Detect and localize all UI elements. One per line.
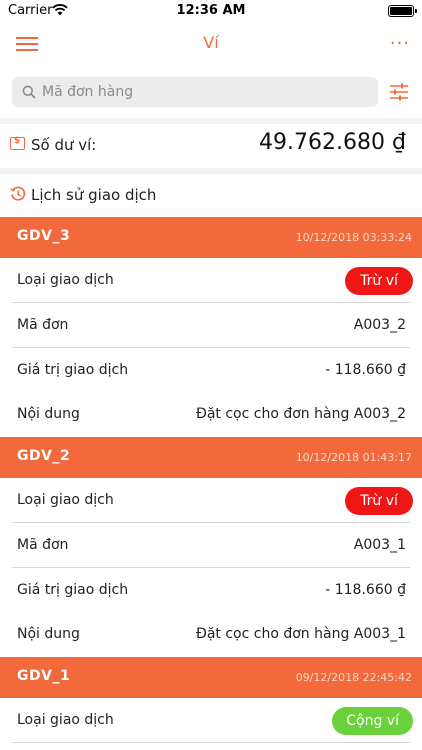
transaction-code: GDV_1	[17, 668, 71, 684]
transaction-type-badge: Trừ ví	[345, 487, 413, 515]
transaction-header[interactable]: GDV_2 10/12/2018 01:43:17	[0, 437, 422, 478]
wallet-icon: $	[10, 136, 25, 150]
balance-label: Số dư ví:	[31, 136, 97, 154]
amount-value: - 118.660 ₫	[325, 362, 406, 378]
history-clock-icon	[10, 186, 26, 201]
amount-value: - 118.660 ₫	[325, 582, 406, 598]
balance-value: 49.762.680 ₫	[259, 130, 406, 155]
content-label: Nội dung	[17, 406, 80, 422]
transaction-code: GDV_2	[17, 448, 71, 464]
amount-row: Giá trị giao dịch - 118.660 ₫	[0, 348, 422, 393]
search-bar	[0, 66, 422, 118]
search-input[interactable]	[42, 77, 362, 107]
order-label: Mã đơn	[17, 537, 69, 553]
type-label: Loại giao dịch	[17, 712, 114, 728]
wallet-balance-row: $ Số dư ví: 49.762.680 ₫	[0, 124, 422, 168]
history-label: Lịch sử giao dịch	[31, 186, 157, 204]
content-label: Nội dung	[17, 626, 80, 642]
clock: 12:36 AM	[176, 3, 246, 18]
transaction-type-row: Loại giao dịch Trừ ví	[0, 258, 422, 303]
transaction-type-badge: Cộng ví	[332, 707, 413, 735]
transaction-header[interactable]: GDV_3 10/12/2018 03:33:24	[0, 217, 422, 258]
search-icon	[22, 85, 36, 99]
order-code-row: Mã đơn A003_1	[0, 523, 422, 568]
nav-bar: Ví ...	[0, 22, 422, 66]
amount-label: Giá trị giao dịch	[17, 362, 129, 378]
search-box[interactable]	[12, 77, 378, 107]
history-header: Lịch sử giao dịch	[0, 174, 422, 217]
battery-icon	[388, 5, 417, 17]
content-value: Đặt cọc cho đơn hàng A003_1	[195, 626, 406, 642]
amount-label: Giá trị giao dịch	[17, 582, 129, 598]
transaction-type-row: Loại giao dịch Trừ ví	[0, 478, 422, 523]
transaction-code: GDV_3	[17, 228, 71, 244]
transaction-type-badge: Trừ ví	[345, 267, 413, 295]
content-row: Nội dung Đặt cọc cho đơn hàng A003_1	[0, 612, 422, 657]
order-value: A003_1	[353, 537, 406, 553]
filter-sliders-icon[interactable]	[389, 83, 409, 101]
transaction-date: 10/12/2018 03:33:24	[295, 231, 412, 244]
type-label: Loại giao dịch	[17, 272, 114, 288]
more-options-icon[interactable]: ...	[390, 28, 410, 49]
amount-row: Giá trị giao dịch - 118.660 ₫	[0, 568, 422, 613]
order-code-row: Mã đơn A003_2	[0, 303, 422, 348]
transaction-date: 10/12/2018 01:43:17	[295, 451, 412, 464]
transaction-header[interactable]: GDV_1 09/12/2018 22:45:42	[0, 657, 422, 698]
transaction-date: 09/12/2018 22:45:42	[295, 671, 412, 684]
page-title: Ví	[203, 33, 219, 52]
order-label: Mã đơn	[17, 317, 69, 333]
order-value: A003_2	[353, 317, 406, 333]
content-value: Đặt cọc cho đơn hàng A003_2	[195, 406, 406, 422]
transaction-type-row: Loại giao dịch Cộng ví	[0, 698, 422, 743]
status-bar: Carrier 12:36 AM	[0, 0, 422, 22]
content-row: Nội dung Đặt cọc cho đơn hàng A003_2	[0, 392, 422, 437]
type-label: Loại giao dịch	[17, 492, 114, 508]
